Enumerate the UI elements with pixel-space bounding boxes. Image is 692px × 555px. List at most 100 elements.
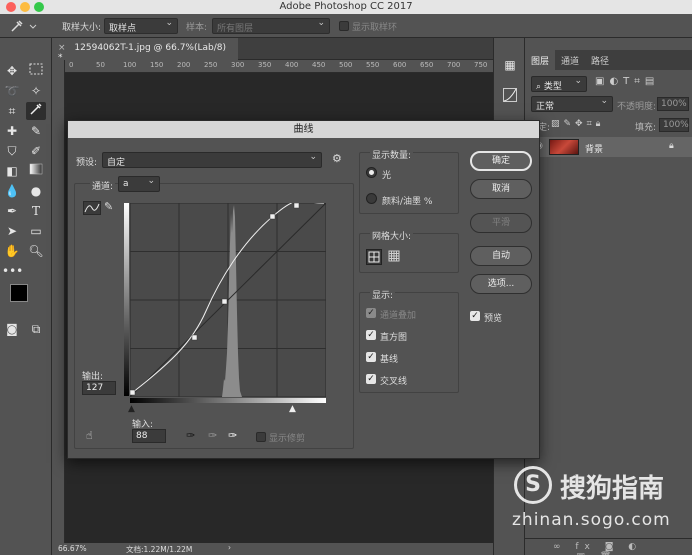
curves-graph[interactable] [130, 203, 326, 397]
simple-grid-icon[interactable] [366, 249, 382, 265]
opacity-input[interactable]: 100% [657, 97, 689, 111]
zoom-tool-icon[interactable]: 🔍︎ [26, 242, 46, 260]
ruler-tick-label: 200 [177, 61, 191, 69]
baseline-label: 基线 [380, 355, 399, 365]
channel-label: 通道: [90, 179, 116, 192]
stamp-tool-icon[interactable]: ⛉ [2, 142, 22, 160]
horizontal-ruler: 0 50 100 150 200 250 300 350 400 450 500 550 600 650 7… [65, 60, 493, 73]
path-selection-icon[interactable]: ➤ [2, 222, 22, 240]
ruler-tick-label: 400 [285, 61, 299, 69]
ruler-tick-label: 150 [150, 61, 164, 69]
blend-mode-select[interactable]: 正常 [531, 96, 613, 112]
show-title: 显示: [370, 288, 396, 301]
history-brush-icon[interactable]: ✐ [26, 142, 46, 160]
lasso-tool-icon[interactable]: ➰ [2, 82, 22, 100]
curves-panel-icon[interactable] [500, 88, 520, 106]
layer-row-background[interactable]: ◉ 背景 🔒︎ [525, 137, 692, 157]
histogram-checkbox[interactable]: ✓ [366, 330, 376, 340]
shape-tool-icon[interactable]: ▭ [26, 222, 46, 240]
screen-mode-icon[interactable]: ⧉ [26, 320, 46, 338]
gradient-tool-icon[interactable] [26, 162, 46, 180]
sample-select[interactable]: 所有图层 [212, 18, 330, 34]
pigment-radio[interactable] [366, 193, 377, 204]
black-eyedropper-icon[interactable]: ✑ [186, 429, 195, 442]
opacity-label: 不透明度: [617, 102, 657, 112]
preset-select[interactable]: 自定 [102, 152, 322, 168]
show-clipping-checkbox[interactable] [256, 432, 266, 442]
hand-tool-icon[interactable]: ✋ [2, 242, 22, 260]
zoom-level[interactable]: 66.67% [58, 544, 87, 553]
input-input[interactable]: 88 [132, 429, 166, 443]
show-amount-title: 显示数量: [370, 148, 414, 161]
eyedropper-tool-preset[interactable] [8, 18, 38, 34]
cancel-button[interactable]: 取消 [470, 179, 532, 199]
foreground-color-swatch[interactable] [10, 284, 28, 302]
status-menu-chevron-icon[interactable]: › [228, 543, 231, 552]
intersection-line-checkbox[interactable]: ✓ [366, 374, 376, 384]
channel-value: a [123, 179, 129, 189]
window-title-bar: Adobe Photoshop CC 2017 [0, 0, 692, 14]
eyedropper-tool-icon[interactable] [26, 102, 46, 120]
black-point-slider[interactable]: ▲ [128, 404, 135, 414]
output-input[interactable]: 127 [82, 381, 116, 395]
document-tab[interactable]: × 12594062T-1.jpg @ 66.7%(Lab/8) * [52, 38, 238, 63]
layer-filter-icons[interactable]: ▣◐T⌗▤ [595, 76, 659, 87]
white-point-slider[interactable]: ▲ [289, 404, 296, 414]
pen-tool-icon[interactable]: ✒ [2, 202, 22, 220]
light-radio[interactable] [366, 167, 377, 178]
smooth-button[interactable]: 平滑 [470, 213, 532, 233]
light-label: 光 [382, 171, 392, 181]
type-tool-icon[interactable]: T [26, 202, 46, 220]
fill-input[interactable]: 100% [659, 118, 689, 132]
white-eyedropper-icon[interactable]: ✑ [228, 429, 237, 442]
layer-kind-filter[interactable]: ⌕ 类型 [531, 76, 587, 92]
preset-value: 自定 [107, 158, 126, 168]
draw-pencil-icon[interactable]: ✎ [104, 200, 113, 213]
crop-tool-icon[interactable]: ⌗ [2, 102, 22, 120]
curves-dialog: 曲线 预设: 自定 ⚙ 通道: a ✎ ▲ ▲ 输出: 127 输入: 88 ☝… [67, 120, 540, 459]
ok-button[interactable]: 确定 [470, 151, 532, 171]
more-tools-icon[interactable]: ••• [2, 262, 23, 280]
status-bar: 66.67% 文档:1.22M/1.22M › [52, 543, 493, 555]
preset-options-gear-icon[interactable]: ⚙ [332, 152, 342, 165]
gray-eyedropper-icon[interactable]: ✑ [208, 429, 217, 442]
channel-overlay-label: 通道叠加 [380, 311, 417, 321]
blur-tool-icon[interactable]: 💧 [2, 182, 22, 200]
tab-paths[interactable]: 路径 [585, 50, 615, 70]
output-gradient-bar [124, 203, 129, 396]
ruler-tick-label: 0 [69, 61, 74, 69]
eraser-tool-icon[interactable]: ◧ [2, 162, 22, 180]
healing-brush-icon[interactable]: ✚ [2, 122, 22, 140]
magic-wand-icon[interactable]: ✧ [26, 82, 46, 100]
close-tab-icon[interactable]: × [58, 43, 66, 53]
options-button[interactable]: 选项... [470, 274, 532, 294]
detailed-grid-icon[interactable] [387, 249, 401, 266]
auto-button[interactable]: 自动 [470, 246, 532, 266]
target-adjust-hand-icon[interactable]: ☝ [86, 429, 93, 442]
sample-size-select[interactable]: 取样点 [104, 18, 178, 34]
marquee-tool-icon[interactable] [26, 62, 46, 80]
brush-tool-icon[interactable]: ✎ [26, 122, 46, 140]
lock-icons[interactable]: ▨✎✥⌗🔒︎ [551, 119, 604, 129]
dodge-tool-icon[interactable]: ● [26, 182, 46, 200]
watermark-url: zhinan.sogo.com [512, 510, 671, 530]
preview-checkbox[interactable]: ✓ [470, 311, 480, 321]
watermark-brand: 搜狗指南 [560, 474, 665, 504]
ruler-tick-label: 750 [474, 61, 488, 69]
show-sampling-ring-checkbox[interactable] [339, 21, 349, 31]
vertical-ruler [52, 60, 65, 543]
channel-select[interactable]: a [118, 176, 160, 192]
preview-label: 预览 [484, 314, 503, 324]
move-tool-icon[interactable]: ✥ [2, 62, 22, 80]
quick-mask-icon[interactable]: ◙ [2, 320, 22, 338]
edit-points-curve-icon[interactable] [83, 201, 101, 215]
document-size: 文档:1.22M/1.22M [126, 545, 193, 554]
channel-overlay-checkbox[interactable]: ✓ [366, 308, 376, 318]
sample-label: 样本: [186, 23, 208, 33]
tab-layers[interactable]: 图层 [525, 50, 556, 70]
history-panel-icon[interactable]: ▦ [500, 56, 520, 74]
baseline-checkbox[interactable]: ✓ [366, 352, 376, 362]
tab-channels[interactable]: 通道 [555, 50, 585, 70]
watermark-logo: S [514, 466, 552, 504]
intersection-line-label: 交叉线 [380, 377, 408, 387]
